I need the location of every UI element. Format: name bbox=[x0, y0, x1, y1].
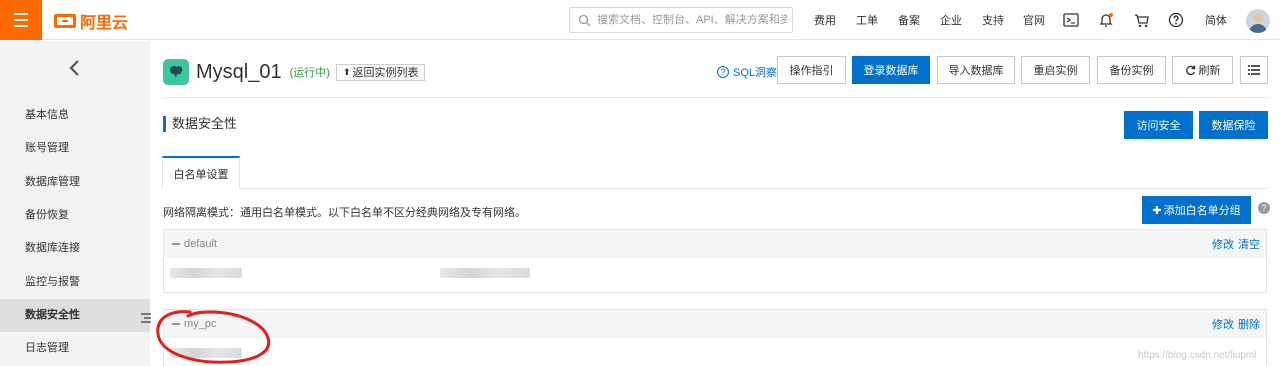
refresh-icon bbox=[1185, 65, 1195, 75]
sidebar-item-accounts[interactable]: 账号管理 bbox=[0, 132, 150, 165]
group-name: default bbox=[184, 238, 218, 250]
red-circle-annotation bbox=[156, 310, 271, 364]
question-icon: ? bbox=[717, 66, 729, 78]
instance-header: Mysql_01 (运行中) ⬆ 返回实例列表 bbox=[163, 57, 426, 87]
edit-link[interactable]: 修改 bbox=[1212, 236, 1234, 252]
search-input[interactable] bbox=[597, 14, 787, 26]
nav-tickets[interactable]: 工单 bbox=[856, 0, 878, 40]
collapse-icon[interactable] bbox=[172, 243, 180, 245]
search-icon bbox=[578, 14, 591, 26]
aliyun-logo-icon bbox=[54, 14, 76, 28]
cart-icon[interactable] bbox=[1133, 11, 1151, 29]
user-avatar[interactable] bbox=[1246, 9, 1270, 33]
sidebar-item-backup[interactable]: 备份恢复 bbox=[0, 199, 150, 232]
terminal-icon[interactable] bbox=[1062, 11, 1080, 29]
edit-link[interactable]: 修改 bbox=[1212, 316, 1234, 332]
back-to-list-button[interactable]: ⬆ 返回实例列表 bbox=[335, 63, 426, 81]
question-icon[interactable]: ? bbox=[1258, 202, 1270, 214]
sidebar-item-data-security[interactable]: 数据安全性 bbox=[0, 299, 150, 332]
logo-text: 阿里云 bbox=[80, 15, 129, 32]
group-ip-list bbox=[164, 258, 1266, 292]
list-view-button[interactable] bbox=[1240, 56, 1268, 84]
data-insurance-button[interactable]: 数据保险 bbox=[1199, 111, 1268, 139]
clear-link[interactable]: 清空 bbox=[1238, 236, 1260, 252]
help-circle-icon[interactable] bbox=[1167, 11, 1185, 29]
divider bbox=[163, 97, 1268, 98]
whitelist-group-my-pc: my_pc 修改 删除 bbox=[163, 309, 1267, 366]
whitelist-group-default: default 修改 清空 bbox=[163, 229, 1267, 293]
mysql-dolphin-icon bbox=[163, 59, 189, 85]
sidebar-item-monitoring[interactable]: 监控与报警 bbox=[0, 266, 150, 299]
section-title: 数据安全性 bbox=[163, 116, 237, 132]
group-ip-list bbox=[164, 338, 1266, 366]
group-header: my_pc 修改 删除 bbox=[164, 310, 1266, 338]
import-database-button[interactable]: 导入数据库 bbox=[937, 56, 1015, 84]
nav-icp[interactable]: 备案 bbox=[898, 0, 920, 40]
menu-toggle-button[interactable] bbox=[0, 0, 42, 40]
sidebar: 基本信息 账号管理 数据库管理 备份恢复 数据库连接 监控与报警 数据安全性 日… bbox=[0, 41, 150, 366]
refresh-button[interactable]: 刷新 bbox=[1172, 56, 1233, 84]
access-security-button[interactable]: 访问安全 bbox=[1124, 111, 1193, 139]
group-header: default 修改 清空 bbox=[164, 230, 1266, 258]
top-bar: 阿里云 费用 工单 备案 企业 支持 官网 简体 bbox=[0, 0, 1280, 40]
tab-whitelist[interactable]: 白名单设置 bbox=[162, 156, 240, 189]
sidebar-item-databases[interactable]: 数据库管理 bbox=[0, 166, 150, 199]
instance-status: (运行中) bbox=[289, 67, 330, 79]
tab-divider bbox=[163, 188, 1268, 189]
backup-instance-button[interactable]: 备份实例 bbox=[1097, 56, 1166, 84]
login-database-button[interactable]: 登录数据库 bbox=[852, 56, 930, 84]
guide-button[interactable]: 操作指引 bbox=[777, 56, 846, 84]
nav-official-site[interactable]: 官网 bbox=[1023, 0, 1045, 40]
restart-instance-button[interactable]: 重启实例 bbox=[1021, 56, 1090, 84]
bell-icon[interactable] bbox=[1097, 11, 1115, 29]
language-switch[interactable]: 简体 bbox=[1205, 0, 1227, 40]
add-whitelist-group-button[interactable]: ✚ 添加白名单分组 bbox=[1142, 196, 1251, 224]
plus-icon: ✚ bbox=[1152, 204, 1162, 217]
instance-name: Mysql_01 bbox=[196, 60, 282, 83]
redacted-ip bbox=[440, 268, 530, 278]
watermark: https://blog.csdn.net/liupml bbox=[1138, 350, 1257, 361]
nav-enterprise[interactable]: 企业 bbox=[940, 0, 962, 40]
sidebar-item-connection[interactable]: 数据库连接 bbox=[0, 232, 150, 265]
nav-support[interactable]: 支持 bbox=[982, 0, 1004, 40]
search-box[interactable] bbox=[569, 7, 793, 33]
nav-fees[interactable]: 费用 bbox=[814, 0, 836, 40]
sidebar-item-logs[interactable]: 日志管理 bbox=[0, 332, 150, 365]
redacted-ip bbox=[170, 268, 242, 278]
chevron-left-icon[interactable] bbox=[66, 59, 84, 77]
aliyun-logo[interactable]: 阿里云 bbox=[54, 9, 128, 33]
sidebar-item-basic-info[interactable]: 基本信息 bbox=[0, 99, 150, 132]
delete-link[interactable]: 删除 bbox=[1238, 316, 1260, 332]
arrow-up-icon: ⬆ bbox=[342, 66, 351, 77]
network-mode-note: 网络隔离模式：通用白名单模式。以下白名单不区分经典网络及专有网络。 bbox=[163, 207, 526, 219]
list-icon bbox=[1248, 65, 1260, 75]
sql-insight-link[interactable]: ? SQL洞察 bbox=[717, 64, 777, 80]
